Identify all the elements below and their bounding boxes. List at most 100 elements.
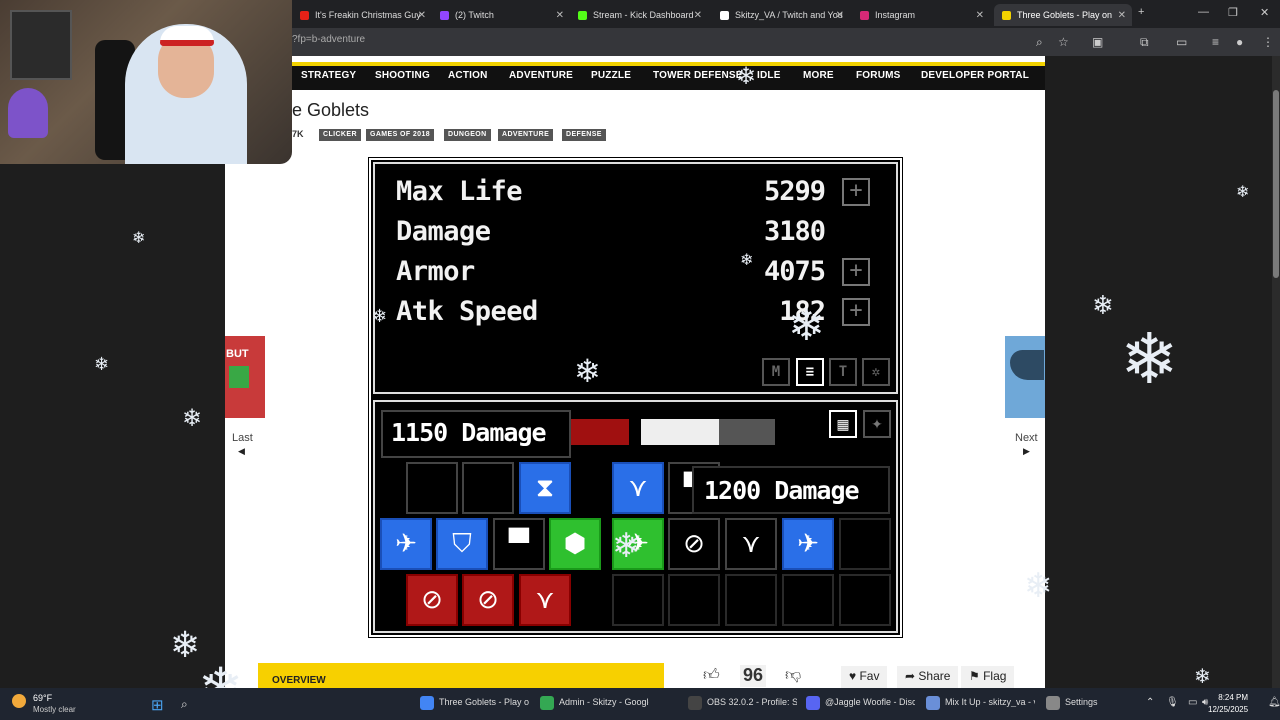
inventory-slot[interactable]: ▀ (493, 518, 545, 570)
tab-list-button[interactable]: ≡ (796, 358, 824, 386)
taskbar-app-button[interactable]: Settings (1065, 697, 1113, 707)
close-window-button[interactable]: ✕ (1260, 6, 1269, 19)
last-link[interactable]: Last (232, 432, 253, 444)
gear-upgrade-button[interactable]: ✦ (863, 410, 891, 438)
tag-chip[interactable]: GAMES OF 2018 (366, 129, 435, 141)
inventory-slot[interactable]: ⊘ (462, 574, 514, 626)
reading-list-icon[interactable]: ≡ (1212, 35, 1219, 49)
tab-gear-button[interactable]: ✲ (862, 358, 890, 386)
inventory-slot[interactable] (406, 462, 458, 514)
nav-item[interactable]: ADVENTURE (509, 70, 573, 81)
right-arrow-icon[interactable]: ▶ (1023, 446, 1030, 457)
tray-chevron-icon[interactable]: ⌃ (1146, 697, 1154, 708)
inventory-slot[interactable]: ✈ (782, 518, 834, 570)
inventory-slot[interactable]: ⛉ (436, 518, 488, 570)
inventory-slot[interactable]: ✈ (380, 518, 432, 570)
new-tab-button[interactable]: + (1138, 6, 1144, 18)
inventory-slot[interactable]: ⊘ (406, 574, 458, 626)
tab-close-icon[interactable]: ✕ (836, 10, 844, 21)
microphone-icon[interactable]: 🎙︎ (1166, 697, 1179, 708)
inventory-slot[interactable] (668, 574, 720, 626)
next-link[interactable]: Next (1015, 432, 1038, 444)
nav-item[interactable]: MORE (803, 70, 834, 81)
stat-upgrade-plus-button[interactable]: + (842, 258, 870, 286)
notification-bell-icon[interactable]: 🔔︎ (1268, 697, 1280, 708)
tag-chip[interactable]: DEFENSE (562, 129, 606, 141)
tab-m-button[interactable]: M (762, 358, 790, 386)
browser-tab[interactable]: Stream - Kick Dashboard ✕ (570, 4, 708, 26)
share-button[interactable]: ➦ Share (897, 666, 959, 688)
taskbar-app-button[interactable]: @Jaggle Woofle - Disco (825, 697, 915, 707)
inventory-slot[interactable]: ⋎ (519, 574, 571, 626)
taskbar-clock[interactable]: 8:24 PM 12/25/2025 (1208, 692, 1248, 716)
browser-tab[interactable]: (2) Twitch ✕ (432, 4, 570, 26)
left-arrow-icon[interactable]: ◀ (238, 446, 245, 457)
profile-avatar[interactable]: ● (1236, 35, 1243, 49)
taskbar-app-icon (540, 696, 554, 710)
overview-tab[interactable]: OVERVIEW (258, 663, 664, 689)
nav-item[interactable]: PUZZLE (591, 70, 631, 81)
browser-tab[interactable]: Skitzy_VA / Twitch and You ✕ (712, 4, 850, 26)
browser-tab[interactable]: Three Goblets - Play on ✕ (994, 4, 1132, 26)
nav-item[interactable]: TOWER DEFENSE (653, 70, 743, 81)
minimize-button[interactable]: — (1198, 6, 1209, 18)
stat-upgrade-plus-button[interactable]: + (842, 298, 870, 326)
scrollbar-thumb[interactable] (1273, 90, 1279, 278)
inventory-slot[interactable]: ⧗ (519, 462, 571, 514)
nav-item[interactable]: FORUMS (856, 70, 901, 81)
thumbs-down-icon[interactable]: 👎︎ (785, 666, 801, 685)
taskbar-app-button[interactable]: Mix It Up - skitzy_va - v (945, 697, 1035, 707)
nav-item[interactable]: SHOOTING (375, 70, 430, 81)
fav-button[interactable]: ♥ Fav (841, 666, 888, 688)
grid-view-button[interactable]: ▦ (829, 410, 857, 438)
weather-temp[interactable]: 69°F (33, 693, 52, 703)
windows-start-icon[interactable]: ⊞ (151, 696, 164, 714)
tab-close-icon[interactable]: ✕ (976, 10, 984, 21)
tag-chip[interactable]: CLICKER (319, 129, 361, 141)
inventory-slot[interactable]: ⋎ (612, 462, 664, 514)
tab-close-icon[interactable]: ✕ (418, 10, 426, 21)
tab-close-icon[interactable]: ✕ (1118, 10, 1126, 21)
stat-upgrade-plus-button[interactable]: + (842, 178, 870, 206)
taskbar-app-button[interactable]: OBS 32.0.2 - Profile: Stre (707, 697, 797, 707)
inventory-slot[interactable] (782, 574, 834, 626)
nav-item[interactable]: DEVELOPER PORTAL (921, 70, 1029, 81)
address-bar[interactable]: ?fp=b-adventure (292, 34, 365, 45)
extensions-puzzle-icon[interactable]: ⧉ (1140, 35, 1149, 50)
taskbar-app-button[interactable]: Admin - Skitzy - Google (559, 697, 649, 707)
network-icon[interactable]: ▭ (1188, 697, 1197, 708)
nav-item[interactable]: STRATEGY (301, 70, 356, 81)
nav-item[interactable]: IDLE (757, 70, 781, 81)
inventory-slot[interactable]: ⋎ (725, 518, 777, 570)
tag-chip[interactable]: ADVENTURE (498, 129, 554, 141)
inventory-slot[interactable]: ⬢ (549, 518, 601, 570)
sidepanel-icon[interactable]: ▭ (1176, 35, 1187, 49)
browser-tab[interactable]: Instagram ✕ (852, 4, 990, 26)
nav-item[interactable]: ACTION (448, 70, 488, 81)
tab-t-button[interactable]: T (829, 358, 857, 386)
search-icon[interactable]: ⌕ (181, 697, 188, 712)
taskbar-app-button[interactable]: Three Goblets - Play on (439, 697, 529, 707)
flag-button[interactable]: ⚑ Flag (961, 666, 1015, 688)
weather-desc[interactable]: Mostly clear (33, 705, 76, 714)
taskbar-app-icon (420, 696, 434, 710)
inventory-slot[interactable] (612, 574, 664, 626)
tab-label: Three Goblets - Play on (1017, 10, 1113, 20)
inventory-slot[interactable] (725, 574, 777, 626)
inventory-slot[interactable] (462, 462, 514, 514)
bookmark-star-icon[interactable]: ☆ (1058, 35, 1069, 49)
tab-close-icon[interactable]: ✕ (556, 10, 564, 21)
maximize-button[interactable]: ❐ (1228, 6, 1238, 19)
menu-kebab-icon[interactable]: ⋮ (1262, 35, 1274, 49)
browser-tab[interactable]: It's Freakin Christmas Guy ✕ (292, 4, 432, 26)
weather-moon-icon (12, 694, 26, 708)
tag-chip[interactable]: DUNGEON (444, 129, 491, 141)
taskbar-app-icon (1046, 696, 1060, 710)
inventory-slot[interactable] (839, 518, 891, 570)
inventory-slot[interactable]: ⊘ (668, 518, 720, 570)
tab-close-icon[interactable]: ✕ (694, 10, 702, 21)
thumbs-up-icon[interactable]: 👍︎ (703, 666, 720, 685)
zoom-icon[interactable]: ⌕ (1036, 35, 1043, 50)
extension-icon[interactable]: ▣ (1092, 35, 1103, 49)
inventory-slot[interactable] (839, 574, 891, 626)
